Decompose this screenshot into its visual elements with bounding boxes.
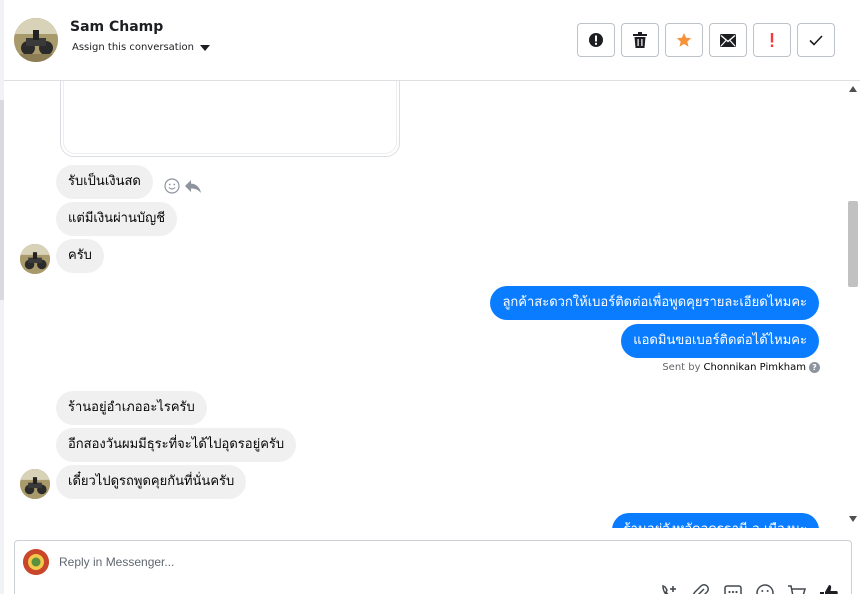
add-contact-icon[interactable] — [659, 583, 679, 594]
contact-avatar[interactable] — [14, 18, 58, 62]
saved-replies-icon[interactable] — [723, 583, 743, 594]
composer-toolbar — [659, 583, 839, 594]
contact-name: Sam Champ — [70, 19, 164, 35]
reply-input[interactable] — [59, 549, 759, 575]
exclamation-circle-icon — [589, 33, 603, 47]
assign-conversation-dropdown[interactable]: Assign this conversation — [72, 42, 210, 53]
mark-done-button[interactable] — [797, 23, 835, 57]
follow-up-button[interactable] — [753, 23, 791, 57]
incoming-message[interactable]: ร้านอยู่อำเภออะไรครับ — [56, 391, 207, 425]
page-avatar — [23, 549, 49, 575]
envelope-icon — [720, 33, 736, 47]
conversation-actions — [577, 23, 835, 57]
star-button[interactable] — [665, 23, 703, 57]
emoji-reaction-icon[interactable] — [164, 178, 180, 194]
incoming-message[interactable]: รับเป็นเงินสด — [56, 165, 153, 199]
image-attachment[interactable] — [60, 81, 400, 157]
star-icon — [676, 33, 692, 47]
caret-down-icon — [199, 44, 210, 51]
assign-label: Assign this conversation — [72, 42, 194, 53]
sender-avatar[interactable] — [20, 244, 50, 274]
incoming-message[interactable]: แต่มีเงินผ่านบัญชี — [56, 202, 178, 236]
scroll-up-arrow[interactable] — [849, 86, 857, 92]
reply-composer — [14, 540, 852, 594]
outgoing-message[interactable]: ลูกค้าสะดวกให้เบอร์ติดต่อเพื่อพูดคุยรายล… — [490, 286, 819, 320]
exclamation-icon — [770, 33, 774, 47]
thread-scrollbar[interactable] — [846, 81, 860, 528]
outgoing-message[interactable]: ร้านอยู่จังหวัดอุดรธานี อ.เมืองนะ — [611, 513, 819, 528]
incoming-message[interactable]: ครับ — [56, 239, 104, 273]
incoming-message[interactable]: อีกสองวันผมมีธุระที่จะได้ไปอุดรอยู่ครับ — [56, 428, 297, 462]
thumbs-up-icon[interactable] — [819, 583, 839, 594]
report-spam-button[interactable] — [577, 23, 615, 57]
cart-icon[interactable] — [787, 583, 807, 594]
scroll-down-arrow[interactable] — [849, 516, 857, 522]
delete-button[interactable] — [621, 23, 659, 57]
sent-by-note: Sent by Chonnikan Pimkham ? — [662, 362, 820, 373]
scroll-thumb[interactable] — [848, 201, 858, 287]
sender-avatar[interactable] — [20, 469, 50, 499]
attachment-icon[interactable] — [691, 583, 711, 594]
sent-by-agent[interactable]: Chonnikan Pimkham — [704, 362, 806, 373]
inbox-conversation: Sam Champ Assign this conversation รับเป… — [0, 0, 860, 594]
sent-by-prefix: Sent by — [662, 362, 701, 373]
incoming-message[interactable]: เดี๋ยวไปดูรถพูดคุยกันที่นั่นครับ — [56, 465, 247, 499]
mark-unread-button[interactable] — [709, 23, 747, 57]
conversation-header: Sam Champ Assign this conversation — [4, 0, 860, 81]
trash-icon — [633, 32, 647, 48]
check-icon — [809, 34, 823, 46]
outgoing-message[interactable]: แอดมินขอเบอร์ติดต่อได้ไหมคะ — [621, 324, 819, 358]
message-thread[interactable]: รับเป็นเงินสด แต่มีเงินผ่านบัญชี ครับ ลู… — [4, 81, 846, 528]
reply-icon[interactable] — [184, 178, 202, 194]
emoji-icon[interactable] — [755, 583, 775, 594]
help-icon[interactable]: ? — [809, 362, 820, 373]
